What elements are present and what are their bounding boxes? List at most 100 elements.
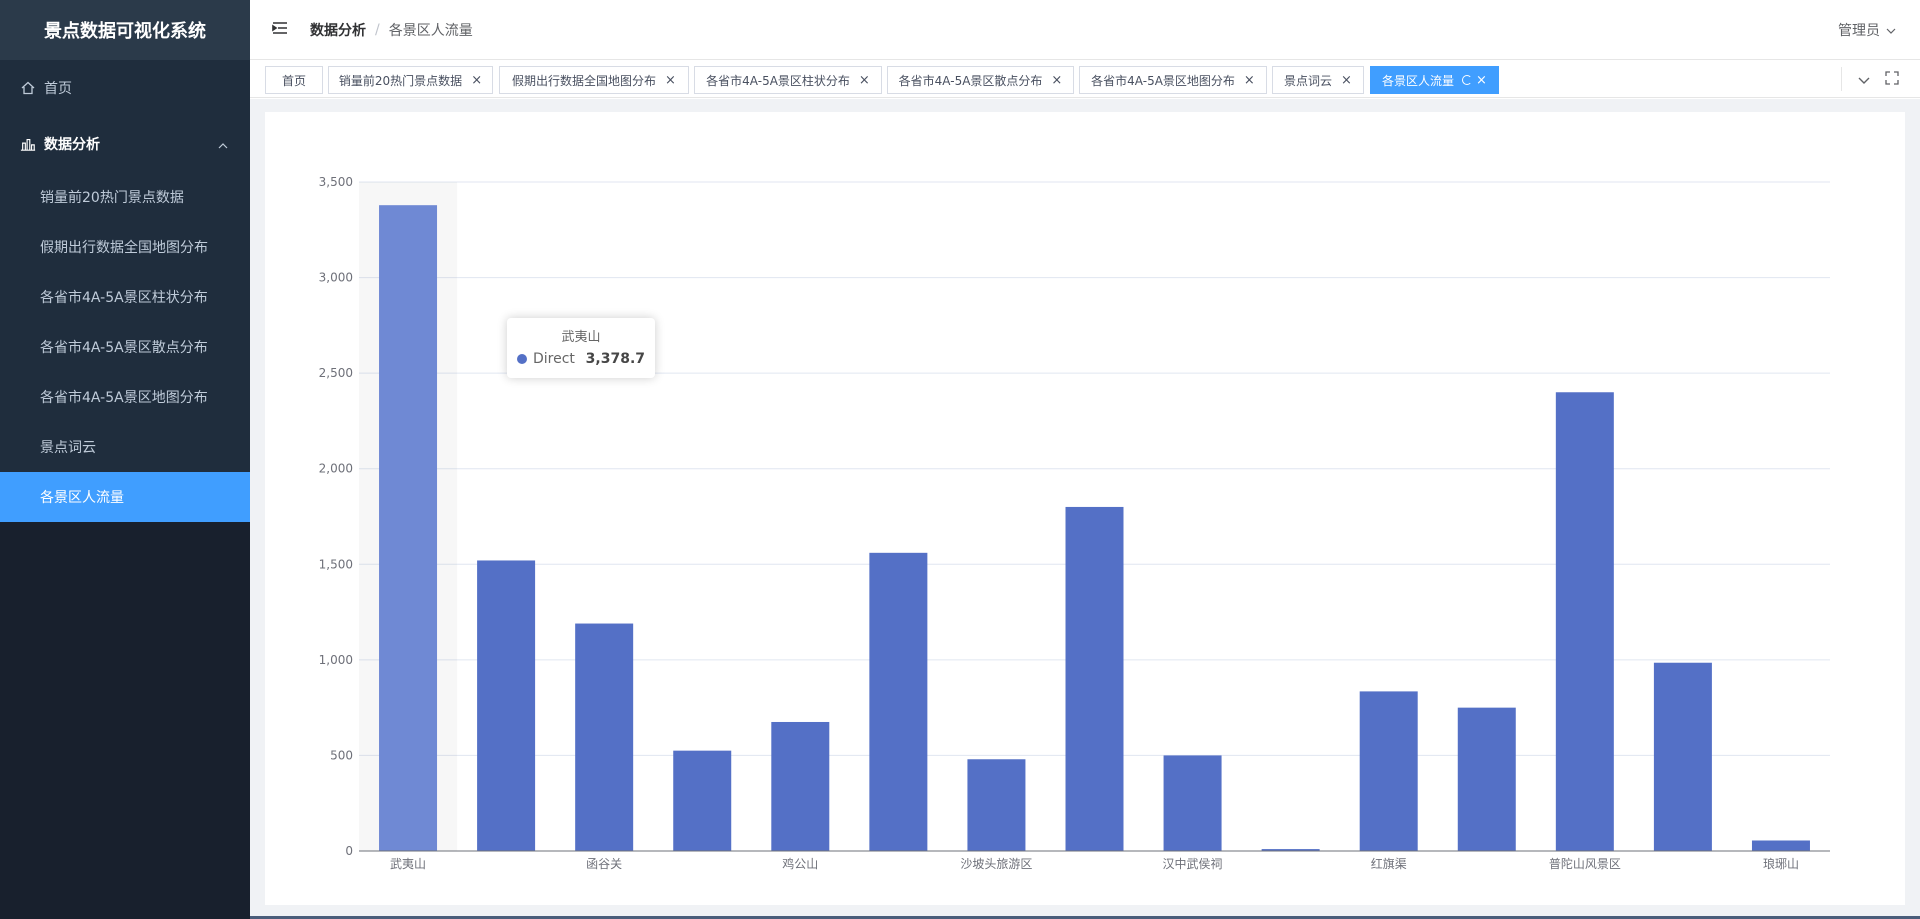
sidebar-item[interactable]: 各省市4A-5A景区散点分布 <box>0 322 250 372</box>
y-tick-label: 2,000 <box>319 462 353 476</box>
bar[interactable] <box>869 552 928 851</box>
tooltip-series-name: Direct <box>533 351 575 367</box>
chart-tooltip: 武夷山 Direct 3,378.7 <box>507 318 655 378</box>
sidebar-item-label: 各省市4A-5A景区地图分布 <box>40 390 208 406</box>
close-icon[interactable]: × <box>1341 73 1352 88</box>
sidebar-group-data-analysis[interactable]: 数据分析 <box>0 116 250 172</box>
bar[interactable] <box>1751 840 1810 851</box>
divider <box>1841 67 1842 91</box>
fullscreen-icon <box>1885 70 1899 89</box>
bar[interactable] <box>673 750 732 851</box>
tab-tag[interactable]: 各省市4A-5A景区地图分布 × <box>1079 66 1267 94</box>
bar[interactable] <box>1359 691 1418 851</box>
tag-label: 首页 <box>281 73 306 88</box>
sidebar-submenu: 销量前20热门景点数据假期出行数据全国地图分布 各省市4A-5A景区柱状分布 各省市… <box>0 172 250 522</box>
bar[interactable] <box>477 560 536 851</box>
tag-label: 各省市4A-5A景区柱状分布 <box>706 73 850 88</box>
sidebar-item-label: 各省市4A-5A景区散点分布 <box>40 340 208 356</box>
sidebar-item[interactable]: 各景区人流量 <box>0 472 250 522</box>
user-name: 管理员 <box>1838 23 1880 39</box>
y-tick-label: 2,500 <box>319 366 353 380</box>
tag-label: 销量前20热门景点数据 <box>338 73 463 88</box>
tab-tag[interactable]: 销量前20热门景点数据 × <box>328 66 493 94</box>
bar-chart-icon <box>20 136 36 152</box>
sidebar-item[interactable]: 各省市4A-5A景区柱状分布 <box>0 272 250 322</box>
chevron-down-icon <box>1858 70 1870 89</box>
x-tick-label: 武夷山 <box>390 856 426 871</box>
app-root: 景点数据可视化系统 首页 数据分析 销量前20热门景点数据 假期出行数据全国地图分… <box>0 0 1920 919</box>
bar[interactable] <box>1653 662 1712 851</box>
bar[interactable] <box>1555 392 1614 851</box>
tags-view: 首页 销量前20热门景点数据 × 假期出行数据全国地图分布 × 各省市4A-5A景区柱状分… <box>250 60 1920 98</box>
tags-tools <box>1841 60 1920 98</box>
x-tick-label: 函谷关 <box>586 857 622 871</box>
refresh-icon[interactable] <box>1462 75 1473 85</box>
sidebar: 景点数据可视化系统 首页 数据分析 销量前20热门景点数据 假期出行数据全国地图分… <box>0 0 250 919</box>
close-icon[interactable]: × <box>859 73 870 88</box>
tab-tag[interactable]: 假期出行数据全国地图分布 × <box>499 66 689 94</box>
close-icon[interactable]: × <box>1476 73 1487 88</box>
sidebar-item-home[interactable]: 首页 <box>0 60 250 116</box>
breadcrumb-item[interactable]: 数据分析 <box>310 20 366 40</box>
tag-label: 各省市4A-5A景区地图分布 <box>1091 73 1235 88</box>
sidebar-item-label: 销量前20热门景点数据 <box>40 190 184 206</box>
y-tick-label: 1,500 <box>319 557 353 571</box>
user-menu[interactable]: 管理员 <box>1838 0 1896 60</box>
tab-tag[interactable]: 首页 <box>265 66 323 94</box>
y-tick-label: 1,000 <box>319 653 353 667</box>
sidebar-item[interactable]: 销量前20热门景点数据 <box>0 172 250 222</box>
top-header: 数据分析 / 各景区人流量 管理员 <box>250 0 1920 60</box>
tag-label: 假期出行数据全国地图分布 <box>512 73 657 88</box>
tab-tag[interactable]: 各景区人流量 × <box>1370 66 1499 94</box>
fullscreen-button[interactable] <box>1878 60 1906 98</box>
close-icon[interactable]: × <box>1051 73 1062 88</box>
y-tick-label: 3,000 <box>319 271 353 285</box>
x-tick-label: 汉中武侯祠 <box>1163 856 1223 871</box>
x-tick-label: 红旗渠 <box>1371 856 1407 871</box>
y-tick-label: 500 <box>330 748 353 762</box>
hamburger-icon <box>271 20 289 40</box>
chevron-up-icon <box>218 137 228 153</box>
sidebar-item-label: 景点词云 <box>40 440 96 456</box>
sidebar-item[interactable]: 景点词云 <box>0 422 250 472</box>
breadcrumb: 数据分析 / 各景区人流量 <box>310 20 473 40</box>
sidebar-item-label: 各省市4A-5A景区柱状分布 <box>40 290 208 306</box>
sidebar-item[interactable]: 各省市4A-5A景区地图分布 <box>0 372 250 422</box>
tab-tag[interactable]: 各省市4A-5A景区柱状分布 × <box>694 66 882 94</box>
home-icon <box>20 80 36 96</box>
bar[interactable] <box>1163 755 1222 851</box>
sidebar-empty-area <box>0 522 250 919</box>
tooltip-value: 3,378.7 <box>585 351 645 367</box>
sidebar-item-label: 假期出行数据全国地图分布 <box>40 240 208 256</box>
tab-tag[interactable]: 各省市4A-5A景区散点分布 × <box>887 66 1074 94</box>
tag-label: 各省市4A-5A景区散点分布 <box>898 73 1043 88</box>
sidebar-item[interactable]: 假期出行数据全国地图分布 <box>0 222 250 272</box>
chevron-down-icon <box>1886 22 1896 38</box>
tag-label: 各景区人流量 <box>1382 73 1455 88</box>
close-icon[interactable]: × <box>1244 73 1255 88</box>
close-icon[interactable]: × <box>665 73 676 88</box>
breadcrumb-separator: / <box>375 21 380 38</box>
series-marker <box>517 354 527 364</box>
tab-tag[interactable]: 景点词云 × <box>1272 66 1364 94</box>
bar[interactable] <box>771 721 830 851</box>
bar[interactable] <box>1065 506 1124 851</box>
y-tick-label: 3,500 <box>319 175 353 189</box>
sidebar-item-label: 首页 <box>44 81 72 97</box>
bar[interactable] <box>379 205 438 851</box>
close-icon[interactable]: × <box>471 73 482 88</box>
sidebar-group-label: 数据分析 <box>44 137 100 153</box>
bar-chart[interactable]: 05001,0001,5002,0002,5003,0003,500武夷山 函谷关… <box>265 112 1905 905</box>
x-tick-label: 沙坡头旅游区 <box>960 857 1032 871</box>
bar[interactable] <box>1457 707 1516 851</box>
tooltip-title: 武夷山 <box>561 330 601 345</box>
x-tick-label: 普陀山风景区 <box>1549 856 1621 871</box>
x-tick-label: 鸡公山 <box>782 856 818 871</box>
tag-label: 景点词云 <box>1284 73 1333 88</box>
tags-dropdown-button[interactable] <box>1850 60 1878 98</box>
bar[interactable] <box>575 623 634 851</box>
bar[interactable] <box>967 759 1026 851</box>
sidebar-item-label: 各景区人流量 <box>40 490 124 506</box>
breadcrumb-current: 各景区人流量 <box>388 22 473 39</box>
hamburger-button[interactable] <box>250 0 310 60</box>
